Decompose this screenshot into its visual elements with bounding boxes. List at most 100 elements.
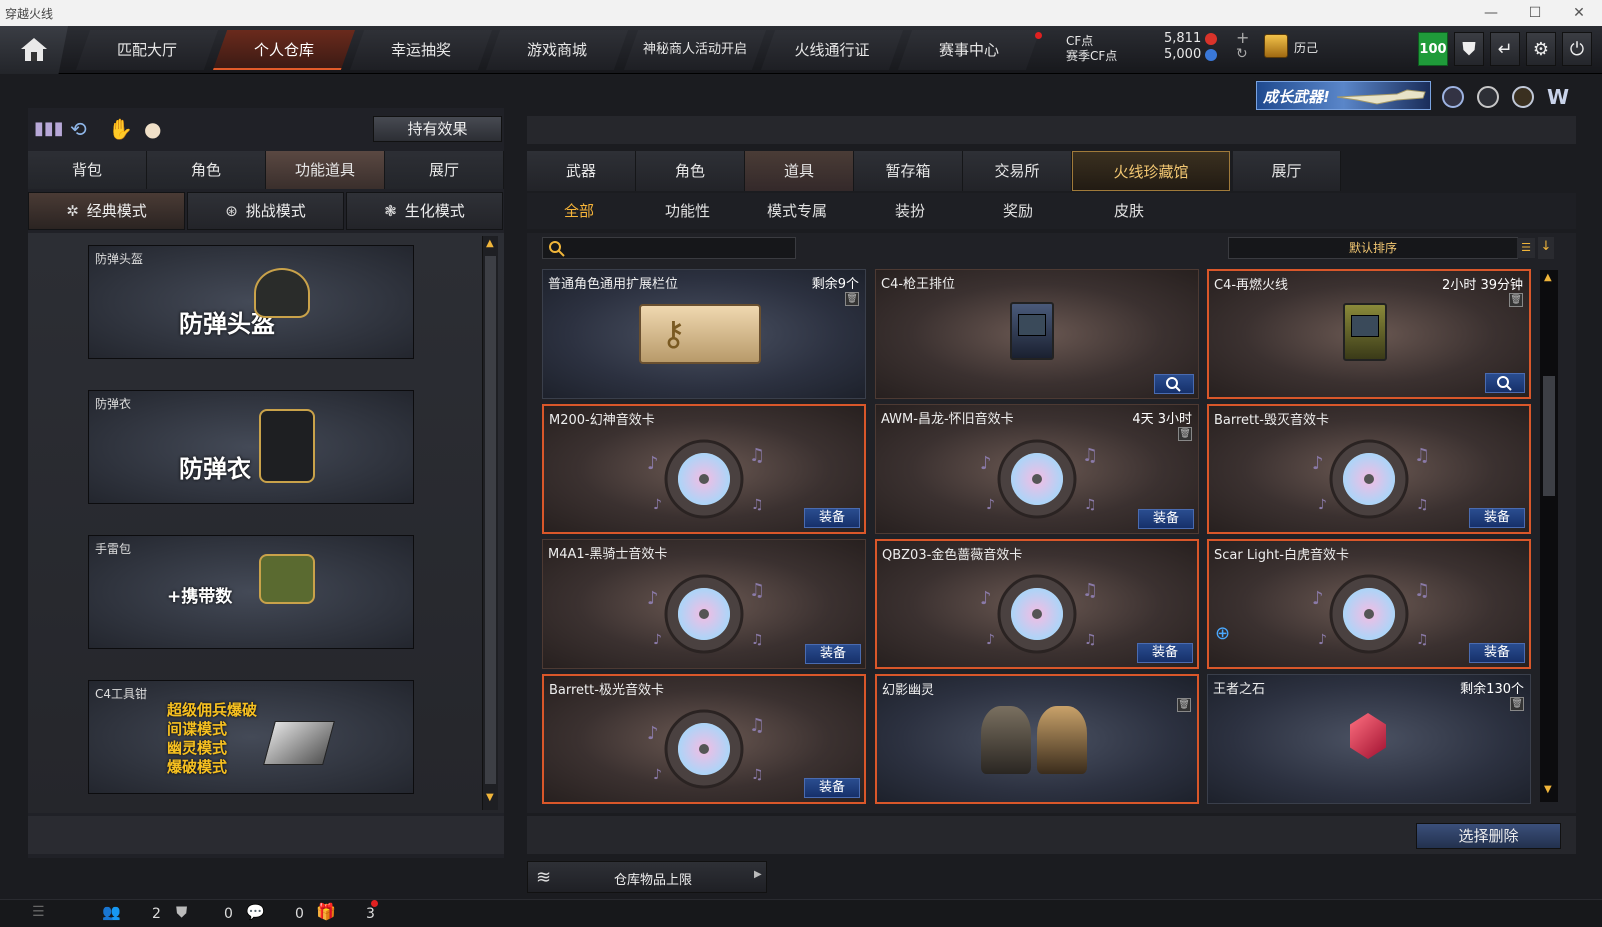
grenade-icon[interactable]: ● [144, 117, 161, 141]
target-icon[interactable]: ⊕ [1215, 623, 1230, 644]
equip-button[interactable]: 装备 [1469, 643, 1525, 663]
left-card-0[interactable]: 防弹头盔 防弹头盔 [88, 245, 414, 359]
right-tab-1[interactable]: 角色 [636, 151, 745, 191]
nav-tab-0[interactable]: 匹配大厅 [76, 30, 218, 70]
mode-tab-1[interactable]: ⊛ 挑战模式 [187, 192, 344, 230]
subtab-3[interactable]: 装扮 [895, 200, 925, 221]
home-button[interactable] [0, 26, 68, 74]
stats-icon[interactable]: ▮▮▮ [34, 118, 64, 139]
equip-button[interactable]: 装备 [805, 644, 861, 664]
item-card[interactable]: 幻影幽灵 🗑 [875, 674, 1199, 804]
inspect-button[interactable] [1485, 373, 1525, 393]
rank-emblem-icon[interactable] [1264, 34, 1288, 58]
left-card-1[interactable]: 防弹衣 防弹衣 [88, 390, 414, 504]
w-logo-icon[interactable]: W [1547, 86, 1571, 108]
nav-tab-5[interactable]: 火线通行证 [761, 30, 903, 70]
equip-button[interactable]: 装备 [1469, 508, 1525, 528]
right-tab-0[interactable]: 武器 [527, 151, 636, 191]
chat-icon[interactable]: 💬 [246, 903, 265, 921]
hold-effect-button[interactable]: 持有效果 [373, 116, 502, 142]
list-view-icon[interactable]: ☰ [1517, 238, 1535, 258]
search-input[interactable] [542, 237, 796, 259]
left-scrollbar[interactable]: ▲ ▼ [482, 236, 498, 810]
return-icon[interactable]: ↵ [1490, 32, 1520, 66]
left-tab-0[interactable]: 背包 [28, 151, 147, 189]
subtab-4[interactable]: 奖励 [1003, 200, 1033, 221]
maximize-icon[interactable]: ☐ [1513, 0, 1557, 26]
mode-tab-0[interactable]: ✲ 经典模式 [28, 192, 185, 230]
right-scroll-up-icon[interactable]: ▲ [1544, 272, 1552, 283]
item-card[interactable]: Barrett-极光音效卡 ♪ ♫ ♪ ♫ 装备 [542, 674, 866, 804]
storage-limit-bar[interactable]: ≋ 仓库物品上限 ▶ [527, 861, 767, 893]
subtab-5[interactable]: 皮肤 [1114, 200, 1144, 221]
trash-icon[interactable]: 🗑 [1510, 697, 1524, 711]
item-card[interactable]: C4-再燃火线 2小时 39分钟 🗑 [1207, 269, 1531, 399]
nav-tab-6[interactable]: 赛事中心 [898, 30, 1040, 70]
left-tab-3[interactable]: 展厅 [385, 151, 504, 189]
equip-button[interactable]: 装备 [804, 508, 860, 528]
item-card[interactable]: Barrett-毁灭音效卡 ♪ ♫ ♪ ♫ 装备 [1207, 404, 1531, 534]
sort-dropdown[interactable]: 默认排序 ☰ [1228, 237, 1535, 259]
sort-direction-icon[interactable]: ↓ [1538, 237, 1554, 259]
left-card-2[interactable]: 手雷包 +携带数 [88, 535, 414, 649]
close-icon[interactable]: ✕ [1557, 0, 1601, 26]
left-scroll-thumb[interactable] [485, 256, 496, 784]
nav-tab-1[interactable]: 个人仓库 [213, 30, 355, 70]
trash-icon[interactable]: 🗑 [845, 292, 859, 306]
refresh-icon[interactable]: ↻ [1236, 46, 1248, 62]
right-scrollbar[interactable]: ▲ ▼ [1540, 270, 1558, 802]
add-points-icon[interactable]: + [1236, 28, 1249, 47]
power-icon[interactable]: ⏻ [1562, 32, 1592, 66]
item-card[interactable]: Scar Light-白虎音效卡 ♪ ♫ ♪ ♫ 装备 ⊕ [1207, 539, 1531, 669]
left-tab-1[interactable]: 角色 [147, 151, 266, 189]
friends-icon[interactable]: 👥 [102, 903, 121, 921]
right-tab-2[interactable]: 道具 [745, 151, 854, 191]
right-tab-6[interactable]: 展厅 [1233, 151, 1341, 191]
inspect-button[interactable] [1154, 374, 1194, 394]
left-tab-2[interactable]: 功能道具 [266, 151, 385, 189]
rotate-icon[interactable]: ⟲ [70, 117, 87, 141]
scroll-up-icon[interactable]: ▲ [486, 238, 494, 249]
item-card[interactable]: 王者之石 剩余130个 🗑 [1207, 674, 1531, 804]
trash-icon[interactable]: 🗑 [1509, 293, 1523, 307]
right-scroll-thumb[interactable] [1543, 376, 1555, 496]
trash-icon[interactable]: 🗑 [1178, 427, 1192, 441]
nav-tab-2[interactable]: 幸运抽奖 [350, 30, 492, 70]
item-card[interactable]: QBZ03-金色蔷薇音效卡 ♪ ♫ ♪ ♫ 装备 [875, 539, 1199, 669]
trash-icon[interactable]: 🗑 [1177, 698, 1191, 712]
equip-button[interactable]: 装备 [804, 778, 860, 798]
emblem-icon[interactable] [1442, 86, 1464, 108]
nav-tab-3[interactable]: 游戏商城 [486, 30, 628, 70]
item-card[interactable]: 普通角色通用扩展栏位 剩余9个 🗑 ⚷ [542, 269, 866, 399]
equip-button[interactable]: 装备 [1137, 643, 1193, 663]
subtab-2[interactable]: 模式专属 [767, 200, 827, 221]
left-card-3[interactable]: C4工具钳 超级佣兵爆破 间谍模式 幽灵模式 爆破模式 [88, 680, 414, 794]
shield-icon[interactable]: ⛊ [1454, 32, 1484, 66]
equip-button[interactable]: 装备 [1138, 509, 1194, 529]
nav-tab-4[interactable]: 神秘商人活动开启 [624, 30, 766, 70]
mode-tab-2[interactable]: ❃ 生化模式 [346, 192, 503, 230]
right-scroll-down-icon[interactable]: ▼ [1544, 784, 1552, 795]
scroll-down-icon[interactable]: ▼ [486, 792, 494, 803]
item-card[interactable]: C4-枪王排位 [875, 269, 1199, 399]
level-badge[interactable]: 100 [1418, 32, 1448, 66]
menu-list-icon[interactable]: ☰ [32, 904, 45, 920]
badge-icon[interactable] [1512, 86, 1534, 108]
gear-icon[interactable]: ⚙ [1526, 32, 1556, 66]
growth-weapon-banner[interactable]: 成长武器! [1256, 81, 1431, 110]
minimize-icon[interactable]: — [1469, 0, 1513, 26]
item-card[interactable]: M200-幻神音效卡 ♪ ♫ ♪ ♫ 装备 [542, 404, 866, 534]
item-card[interactable]: M4A1-黑骑士音效卡 ♪ ♫ ♪ ♫ 装备 [542, 539, 866, 669]
expand-arrow-icon[interactable]: ▶ [754, 869, 762, 880]
right-tab-4[interactable]: 交易所 [963, 151, 1072, 191]
right-tab-5[interactable]: 火线珍藏馆 [1072, 151, 1230, 191]
gift-icon[interactable]: 🎁 [316, 902, 336, 921]
subtab-1[interactable]: 功能性 [665, 200, 710, 221]
hand-icon[interactable]: ✋ [108, 117, 133, 141]
globe-icon[interactable] [1477, 86, 1499, 108]
subtab-0[interactable]: 全部 [564, 200, 594, 221]
clan-shield-icon[interactable]: ⛊ [176, 903, 187, 921]
item-card[interactable]: AWM-昌龙-怀旧音效卡 4天 3小时 🗑 ♪ ♫ ♪ ♫ 装备 [875, 404, 1199, 534]
right-tab-3[interactable]: 暂存箱 [854, 151, 963, 191]
select-delete-button[interactable]: 选择删除 [1416, 823, 1561, 849]
